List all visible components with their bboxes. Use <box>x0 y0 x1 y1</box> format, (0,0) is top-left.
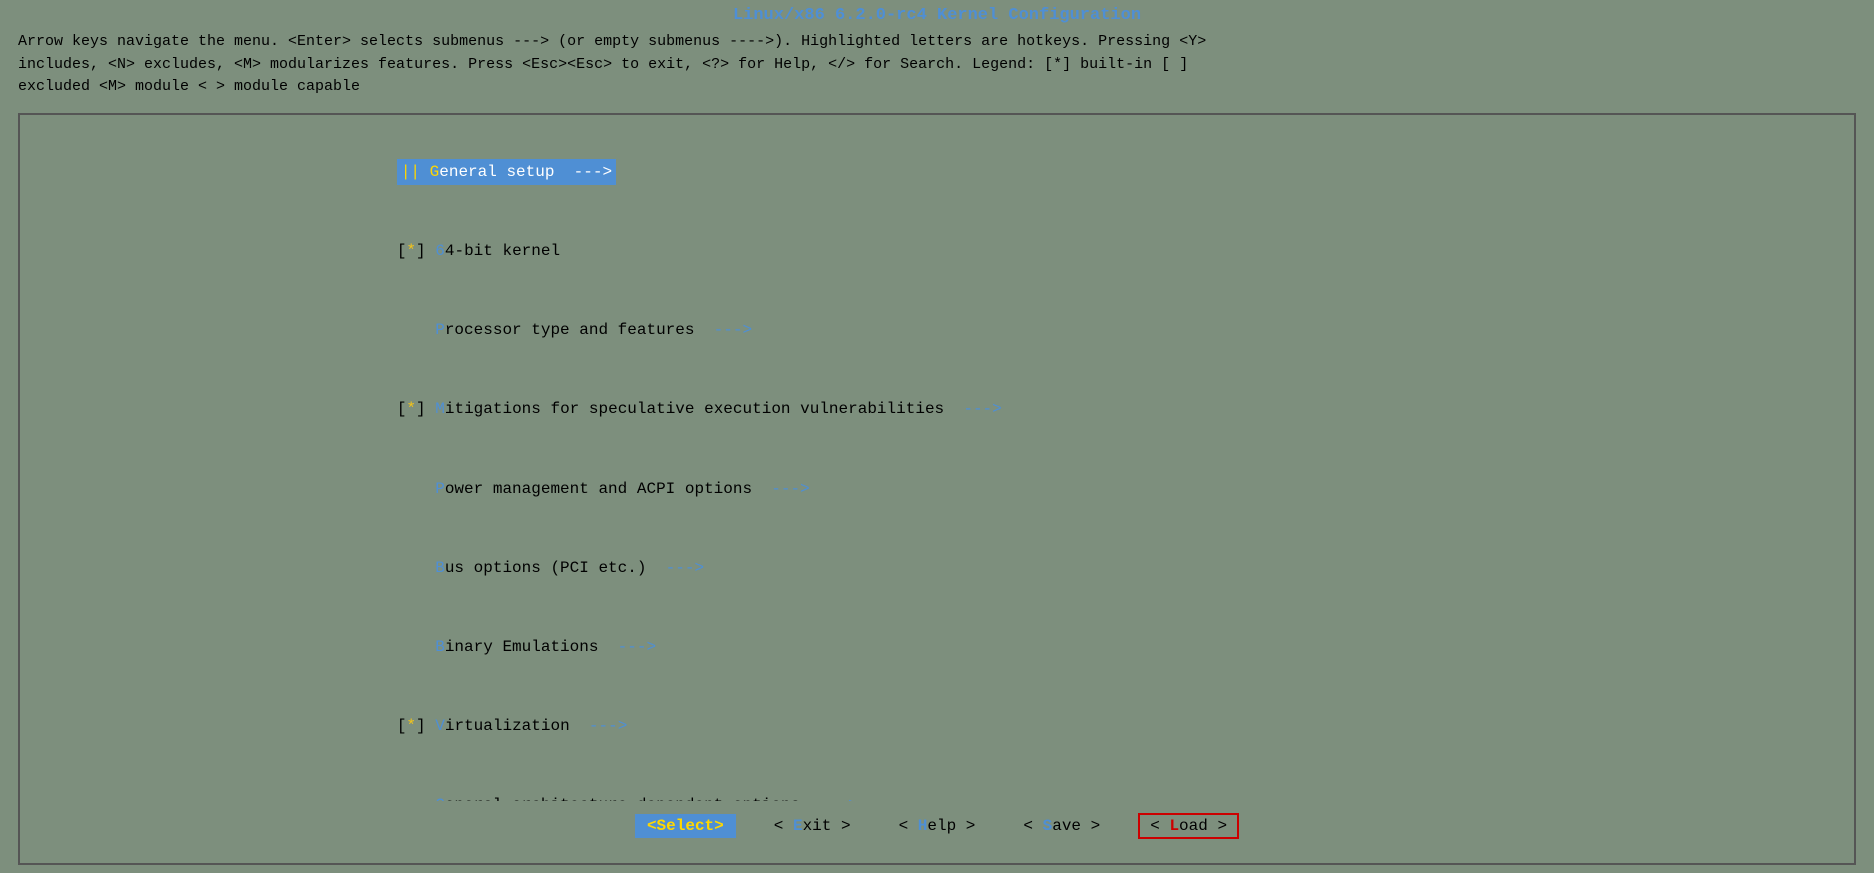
instruction-line-2: includes, <N> excludes, <M> modularizes … <box>18 54 1856 77</box>
menu-item-virtualization[interactable]: [*] Virtualization ---> <box>320 687 1854 766</box>
title-bar: Linux/x86 6.2.0-rc4 Kernel Configuration <box>0 0 1874 29</box>
menu-item-binary[interactable]: Binary Emulations ---> <box>320 608 1854 687</box>
exit-hotkey: E <box>793 817 803 835</box>
help-button[interactable]: < Help > <box>889 815 986 837</box>
main-panel: || General setup ---> [*] 64-bit kernel … <box>18 113 1856 866</box>
menu-item-general-setup[interactable]: || General setup ---> <box>320 133 1854 212</box>
help-hotkey: H <box>918 817 928 835</box>
menu-item-64bit[interactable]: [*] 64-bit kernel <box>320 212 1854 291</box>
load-button[interactable]: < Load > <box>1138 813 1239 839</box>
menu-item-processor[interactable]: Processor type and features ---> <box>320 291 1854 370</box>
instruction-line-3: excluded <M> module < > module capable <box>18 76 1856 99</box>
menu-area: || General setup ---> [*] 64-bit kernel … <box>20 125 1854 802</box>
menu-item-mitigations[interactable]: [*] Mitigations for speculative executio… <box>320 370 1854 449</box>
save-button[interactable]: < Save > <box>1013 815 1110 837</box>
bottom-buttons: <Select> < Exit > < Help > < Save > < Lo… <box>20 801 1854 853</box>
select-button[interactable]: <Select> <box>635 814 736 838</box>
load-hotkey: L <box>1169 817 1179 835</box>
exit-button[interactable]: < Exit > <box>764 815 861 837</box>
instructions: Arrow keys navigate the menu. <Enter> se… <box>0 29 1874 105</box>
menu-item-power[interactable]: Power management and ACPI options ---> <box>320 449 1854 528</box>
menu-item-bus[interactable]: Bus options (PCI etc.) ---> <box>320 528 1854 607</box>
instruction-line-1: Arrow keys navigate the menu. <Enter> se… <box>18 31 1856 54</box>
highlighted-row: || General setup ---> <box>397 159 616 185</box>
menu-item-gen-arch[interactable]: General architecture-dependent options -… <box>320 766 1854 801</box>
save-hotkey: S <box>1043 817 1053 835</box>
